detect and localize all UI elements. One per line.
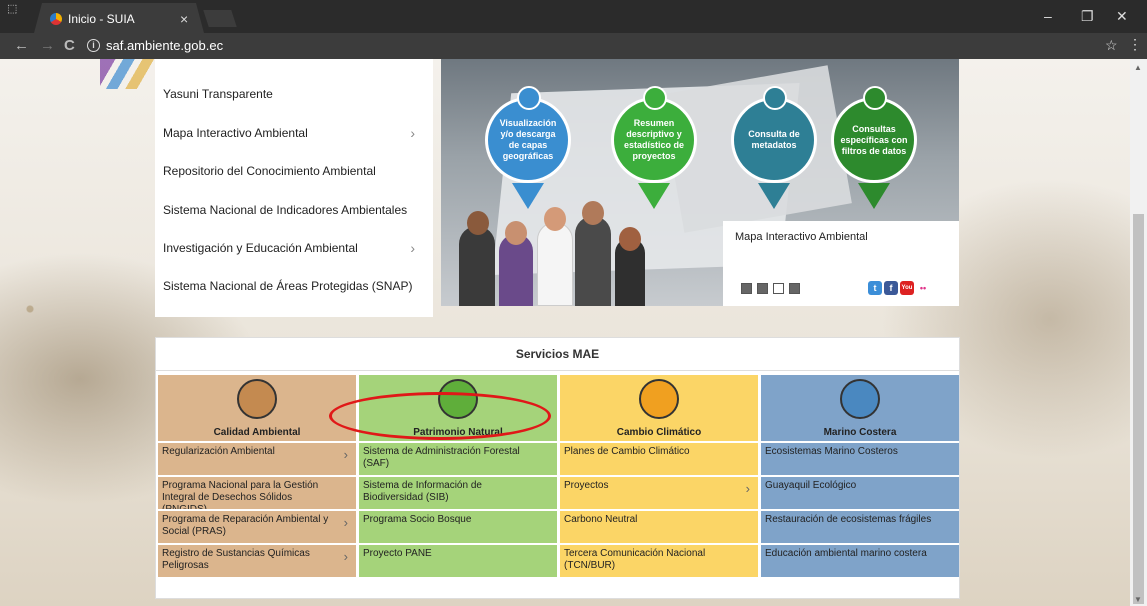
service-item[interactable]: Proyectos › — [560, 475, 758, 509]
service-item[interactable]: Programa de Reparación Ambiental y Socia… — [158, 509, 356, 543]
twitter-icon[interactable]: t — [868, 281, 882, 295]
slide-indicator[interactable] — [757, 283, 768, 294]
service-item[interactable]: Planes de Cambio Climático — [560, 441, 758, 475]
chevron-right-icon: › — [410, 125, 415, 141]
person-head — [467, 211, 489, 235]
pin-tail — [758, 183, 790, 209]
map-banner[interactable]: Visualización y/o descarga de capas geog… — [441, 59, 959, 306]
pin-consultas[interactable]: Consultas específicas con filtros de dat… — [831, 86, 917, 183]
chevron-right-icon: › — [410, 240, 415, 256]
column-calidad-ambiental: Calidad Ambiental Regularización Ambient… — [158, 375, 356, 577]
chevron-right-icon: › — [343, 447, 348, 462]
service-item[interactable]: Sistema de Información de Biodiversidad … — [359, 475, 557, 509]
banner-caption: Mapa Interactivo Ambiental — [735, 231, 868, 243]
pin-tail — [512, 183, 544, 209]
service-item[interactable]: Educación ambiental marino costera — [761, 543, 959, 577]
suia-favicon-icon — [50, 13, 62, 25]
page-scrollbar[interactable]: ▲ ▼ — [1130, 59, 1147, 606]
document-icon — [863, 86, 887, 110]
new-tab-button[interactable] — [203, 10, 237, 27]
scroll-down-arrow-icon[interactable]: ▼ — [1134, 595, 1142, 604]
service-item[interactable]: Tercera Comunicación Nacional (TCN/BUR) — [560, 543, 758, 577]
scrollbar-thumb[interactable] — [1133, 214, 1144, 604]
service-item-saf[interactable]: Sistema de Administración Forestal (SAF) — [359, 441, 557, 475]
browser-tab[interactable]: Inicio - SUIA × — [34, 3, 204, 33]
grid-icon — [763, 86, 787, 110]
chevron-right-icon: › — [343, 549, 348, 564]
service-item[interactable]: Registro de Sustancias Químicas Peligros… — [158, 543, 356, 577]
column-header[interactable]: Cambio Climático — [560, 375, 758, 441]
slide-indicator-active[interactable] — [773, 283, 784, 294]
scroll-up-arrow-icon[interactable]: ▲ — [1134, 63, 1142, 72]
close-window-button[interactable]: ✕ — [1116, 8, 1128, 25]
youtube-icon[interactable]: You — [900, 281, 914, 295]
slide-indicator[interactable] — [789, 283, 800, 294]
pin-tail — [638, 183, 670, 209]
back-button[interactable]: ← — [14, 37, 29, 54]
menu-item-yasuni[interactable]: Yasuni Transparente — [163, 87, 425, 107]
reload-button[interactable]: C — [64, 37, 75, 54]
service-item[interactable]: Guayaquil Ecológico — [761, 475, 959, 509]
factory-tree-icon — [237, 379, 277, 419]
pin-visualizacion[interactable]: Visualización y/o descarga de capas geog… — [485, 86, 571, 183]
chevron-right-icon: › — [745, 481, 750, 496]
service-item[interactable]: Restauración de ecosistemas frágiles — [761, 509, 959, 543]
menu-item-investigacion[interactable]: Investigación y Educación Ambiental › — [163, 240, 425, 261]
restore-button[interactable]: ❐ — [1081, 8, 1094, 25]
column-marino-costera: Marino Costera Ecosistemas Marino Coster… — [761, 375, 959, 577]
service-item[interactable]: Ecosistemas Marino Costeros — [761, 441, 959, 475]
facebook-icon[interactable]: f — [884, 281, 898, 295]
tab-close-icon[interactable]: × — [180, 11, 188, 27]
person-head — [505, 221, 527, 245]
service-item[interactable]: Programa Socio Bosque — [359, 509, 557, 543]
person-illustration — [537, 222, 573, 306]
column-header[interactable]: Marino Costera — [761, 375, 959, 441]
browser-toolbar: ← → C i saf.ambiente.gob.ec ☆ ⋮ — [0, 33, 1147, 59]
menu-item-snap[interactable]: Sistema Nacional de Áreas Protegidas (SN… — [163, 279, 425, 299]
flickr-icon[interactable]: •• — [916, 281, 930, 295]
services-panel: Servicios MAE Calidad Ambiental Regulari… — [155, 337, 960, 599]
download-icon — [517, 86, 541, 110]
bookmark-star-icon[interactable]: ☆ — [1105, 37, 1118, 54]
site-info-icon[interactable]: i — [87, 39, 100, 52]
sun-cloud-icon — [639, 379, 679, 419]
coast-icon — [840, 379, 880, 419]
red-highlight-annotation — [329, 392, 551, 440]
service-item[interactable]: Proyecto PANE — [359, 543, 557, 577]
menu-item-indicadores[interactable]: Sistema Nacional de Indicadores Ambienta… — [163, 203, 425, 223]
person-head — [582, 201, 604, 225]
forward-button[interactable]: → — [40, 37, 55, 54]
person-head — [544, 207, 566, 231]
pin-metadatos[interactable]: Consulta de metadatos — [731, 86, 817, 183]
browser-titlebar: ⬚ Inicio - SUIA × – ❐ ✕ — [0, 0, 1147, 33]
browser-menu-icon[interactable]: ⋮ — [1128, 36, 1142, 53]
stats-icon — [643, 86, 667, 110]
tab-title: Inicio - SUIA — [68, 12, 135, 26]
chevron-right-icon: › — [343, 515, 348, 530]
menu-item-mapa-interactivo[interactable]: Mapa Interactivo Ambiental › — [163, 125, 425, 146]
slide-indicator[interactable] — [741, 283, 752, 294]
pin-resumen[interactable]: Resumen descriptivo y estadístico de pro… — [611, 86, 697, 183]
column-cambio-climatico: Cambio Climático Planes de Cambio Climát… — [560, 375, 758, 577]
minimize-button[interactable]: – — [1044, 8, 1052, 24]
column-header[interactable]: Calidad Ambiental — [158, 375, 356, 441]
decorative-stripes — [100, 59, 160, 89]
service-item[interactable]: Carbono Neutral — [560, 509, 758, 543]
menu-item-repositorio[interactable]: Repositorio del Conocimiento Ambiental — [163, 164, 425, 184]
services-title: Servicios MAE — [156, 338, 959, 371]
page-viewport: Yasuni Transparente Mapa Interactivo Amb… — [0, 59, 1130, 606]
address-bar[interactable]: saf.ambiente.gob.ec — [106, 38, 223, 53]
side-menu: Yasuni Transparente Mapa Interactivo Amb… — [155, 59, 433, 317]
person-head — [619, 227, 641, 251]
banner-caption-panel: Mapa Interactivo Ambiental t f You •• — [723, 221, 959, 306]
person-illustration — [459, 226, 495, 306]
incognito-icon: ⬚ — [7, 3, 18, 15]
person-illustration — [575, 216, 611, 306]
service-item[interactable]: Regularización Ambiental › — [158, 441, 356, 475]
pin-tail — [858, 183, 890, 209]
service-item[interactable]: Programa Nacional para la Gestión Integr… — [158, 475, 356, 515]
